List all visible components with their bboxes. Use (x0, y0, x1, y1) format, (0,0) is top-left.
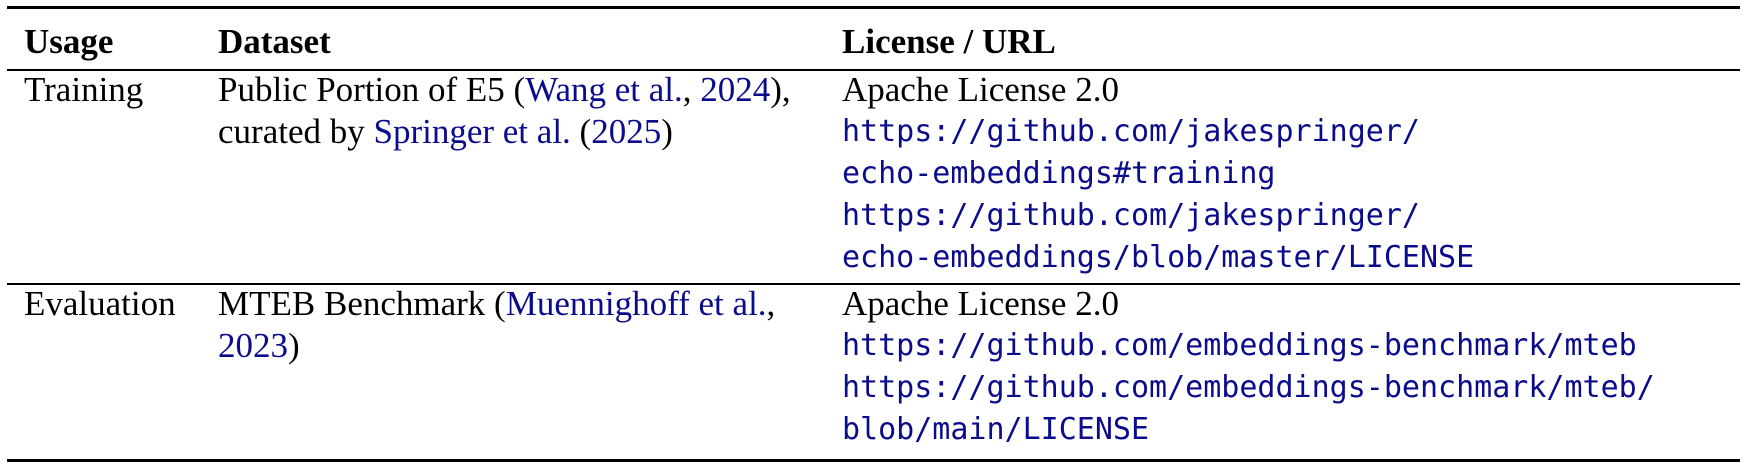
dataset-text: , (766, 284, 776, 323)
dataset-text: ) (288, 326, 300, 365)
citation-link-muennighoff[interactable]: Muennighoff et al. (506, 284, 767, 323)
row-evaluation-license: Apache License 2.0 https://github.com/em… (842, 283, 1655, 451)
dataset-text: Public Portion of E5 ( (218, 70, 526, 109)
citation-link-wang[interactable]: Wang et al. (525, 70, 683, 109)
row-training-license: Apache License 2.0 https://github.com/ja… (842, 69, 1474, 279)
table-top-rule (7, 6, 1740, 9)
header-license-url: License / URL (842, 22, 1056, 61)
dataset-line: 2023) (218, 325, 775, 367)
dataset-text: MTEB Benchmark ( (218, 284, 506, 323)
row-training-usage: Training (24, 70, 144, 109)
citation-year-link-2023[interactable]: 2023 (218, 326, 288, 365)
citation-year-link-2025[interactable]: 2025 (591, 112, 661, 151)
url-link[interactable]: echo-embeddings#training (842, 153, 1474, 195)
citation-link-springer[interactable]: Springer et al. (373, 112, 570, 151)
row-training-dataset: Public Portion of E5 (Wang et al., 2024)… (218, 69, 791, 153)
row-evaluation-dataset: MTEB Benchmark (Muennighoff et al., 2023… (218, 283, 775, 367)
dataset-line: MTEB Benchmark (Muennighoff et al., (218, 283, 775, 325)
dataset-line: Public Portion of E5 (Wang et al., 2024)… (218, 69, 791, 111)
license-name: Apache License 2.0 (842, 70, 1119, 109)
dataset-text: curated by (218, 112, 374, 151)
url-link[interactable]: blob/main/LICENSE (842, 409, 1655, 451)
header-dataset: Dataset (218, 22, 331, 61)
table-bottom-rule (7, 459, 1740, 462)
url-link[interactable]: https://github.com/jakespringer/ (842, 195, 1474, 237)
license-name: Apache License 2.0 (842, 284, 1119, 323)
dataset-text: , (682, 70, 701, 109)
url-link[interactable]: https://github.com/embeddings-benchmark/… (842, 325, 1655, 367)
dataset-text: ( (570, 112, 592, 151)
citation-year-link-2024[interactable]: 2024 (700, 70, 770, 109)
url-link[interactable]: https://github.com/embeddings-benchmark/… (842, 367, 1655, 409)
dataset-text: ) (661, 112, 673, 151)
dataset-line: curated by Springer et al. (2025) (218, 111, 791, 153)
url-link[interactable]: echo-embeddings/blob/master/LICENSE (842, 237, 1474, 279)
header-usage: Usage (24, 22, 114, 61)
row-evaluation-usage: Evaluation (24, 284, 176, 323)
dataset-text: ), (770, 70, 791, 109)
url-link[interactable]: https://github.com/jakespringer/ (842, 111, 1474, 153)
